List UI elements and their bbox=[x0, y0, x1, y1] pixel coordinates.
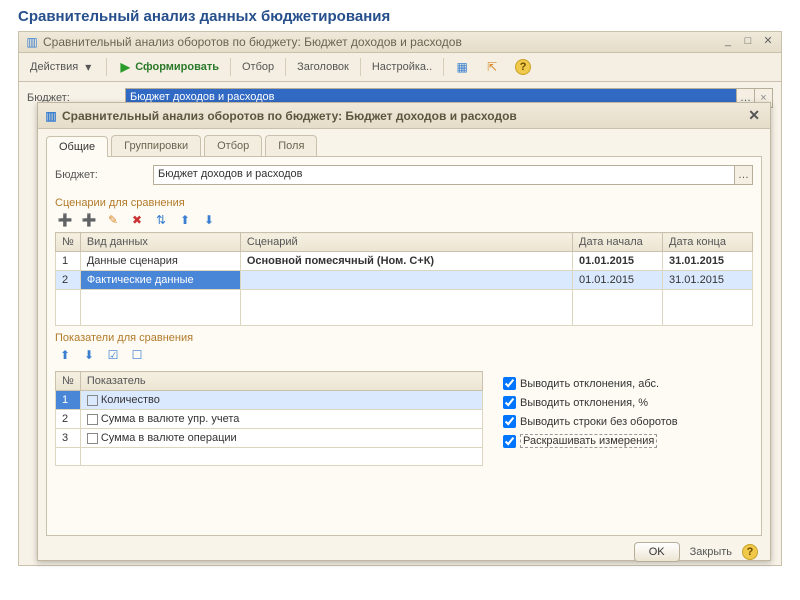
scenarios-toolbar: ➕ ➕ ✎ ✖ ⇅ ⬆ ⬇ bbox=[55, 211, 753, 232]
arrow-down-icon: ⬇ bbox=[202, 213, 216, 227]
arrow-up-icon: ⬆ bbox=[58, 348, 72, 362]
sort-icon: ⇅ bbox=[154, 213, 168, 227]
col-ind-n[interactable]: № bbox=[56, 372, 81, 391]
col-kind[interactable]: Вид данных bbox=[80, 233, 240, 252]
move-up-button[interactable]: ⬆ bbox=[175, 211, 195, 229]
plus-icon: ➕ bbox=[58, 213, 72, 227]
close-link[interactable]: Закрыть bbox=[690, 546, 732, 558]
dialog-title: Сравнительный анализ оборотов по бюджету… bbox=[62, 109, 744, 123]
chk-colorize-label: Раскрашивать измерения bbox=[520, 434, 657, 448]
maximize-button[interactable]: □ bbox=[741, 35, 755, 49]
ind-check-all[interactable]: ☑ bbox=[103, 346, 123, 364]
window-title: Сравнительный анализ оборотов по бюджету… bbox=[43, 35, 721, 49]
tab-filter[interactable]: Отбор bbox=[204, 135, 262, 156]
indicators-section-label: Показатели для сравнения bbox=[55, 332, 753, 344]
insert-row-button[interactable]: ➕ bbox=[79, 211, 99, 229]
settings-dialog: ▥ Сравнительный анализ оборотов по бюдже… bbox=[37, 102, 771, 561]
col-end[interactable]: Дата конца bbox=[663, 233, 753, 252]
chk-pct[interactable] bbox=[503, 396, 516, 409]
dialog-lookup-button[interactable]: … bbox=[734, 166, 752, 184]
table-row[interactable]: 2 Фактические данные 01.01.2015 31.01.20… bbox=[56, 271, 753, 290]
delete-row-button[interactable]: ✖ bbox=[127, 211, 147, 229]
plus-row-icon: ➕ bbox=[82, 213, 96, 227]
chk-colorize[interactable] bbox=[503, 435, 516, 448]
scenarios-section-label: Сценарии для сравнения bbox=[55, 197, 753, 209]
arrow-up-icon: ⬆ bbox=[178, 213, 192, 227]
form-button[interactable]: ▶ Сформировать bbox=[111, 57, 226, 77]
indicators-table[interactable]: № Показатель 1 Количество 2 Сумма bbox=[55, 371, 483, 466]
export-icon: ⇱ bbox=[485, 60, 499, 74]
checkbox[interactable] bbox=[87, 395, 98, 406]
chk-noturn-label: Выводить строки без оборотов bbox=[520, 416, 678, 428]
table-row[interactable]: 2 Сумма в валюте упр. учета bbox=[56, 410, 483, 429]
tab-body-general: Бюджет: Бюджет доходов и расходов … Сцен… bbox=[46, 156, 762, 536]
check-all-icon: ☑ bbox=[106, 348, 120, 362]
edit-row-button[interactable]: ✎ bbox=[103, 211, 123, 229]
chk-abs[interactable] bbox=[503, 377, 516, 390]
grid-icon: ▦ bbox=[455, 60, 469, 74]
tab-fields[interactable]: Поля bbox=[265, 135, 317, 156]
actions-menu[interactable]: Действия ▾ bbox=[23, 57, 102, 77]
dialog-budget-label: Бюджет: bbox=[55, 169, 145, 181]
help-icon[interactable]: ? bbox=[742, 544, 758, 560]
checkbox[interactable] bbox=[87, 433, 98, 444]
chk-abs-label: Выводить отклонения, абс. bbox=[520, 378, 659, 390]
table-row[interactable] bbox=[56, 448, 483, 466]
help-icon: ? bbox=[515, 59, 531, 75]
col-n[interactable]: № bbox=[56, 233, 81, 252]
minimize-button[interactable]: _ bbox=[721, 35, 735, 49]
settings-button[interactable]: Настройка.. bbox=[365, 58, 439, 76]
toolbar-icon-1[interactable]: ▦ bbox=[448, 57, 476, 77]
header-button[interactable]: Заголовок bbox=[290, 58, 356, 76]
dialog-budget-input[interactable]: Бюджет доходов и расходов … bbox=[153, 165, 753, 185]
toolbar-icon-2[interactable]: ⇱ bbox=[478, 57, 506, 77]
chk-noturn[interactable] bbox=[503, 415, 516, 428]
tab-grouping[interactable]: Группировки bbox=[111, 135, 201, 156]
dialog-budget-value: Бюджет доходов и расходов bbox=[154, 166, 734, 184]
table-row[interactable]: 3 Сумма в валюте операции bbox=[56, 429, 483, 448]
filter-button[interactable]: Отбор bbox=[235, 58, 281, 76]
dialog-titlebar: ▥ Сравнительный анализ оборотов по бюдже… bbox=[38, 103, 770, 129]
ind-move-up[interactable]: ⬆ bbox=[55, 346, 75, 364]
main-toolbar: Действия ▾ ▶ Сформировать Отбор Заголово… bbox=[19, 53, 781, 82]
ind-move-down[interactable]: ⬇ bbox=[79, 346, 99, 364]
main-window: ▥ Сравнительный анализ оборотов по бюдже… bbox=[18, 31, 782, 566]
help-button[interactable]: ? bbox=[508, 56, 538, 78]
chk-pct-label: Выводить отклонения, % bbox=[520, 397, 648, 409]
sort-button[interactable]: ⇅ bbox=[151, 211, 171, 229]
tabs: Общие Группировки Отбор Поля bbox=[38, 129, 770, 156]
close-button[interactable]: ✕ bbox=[761, 35, 775, 49]
table-row[interactable]: 1 Количество bbox=[56, 391, 483, 410]
options-checks: Выводить отклонения, абс. Выводить откло… bbox=[503, 371, 753, 448]
col-scenario[interactable]: Сценарий bbox=[240, 233, 572, 252]
delete-icon: ✖ bbox=[130, 213, 144, 227]
arrow-down-icon: ⬇ bbox=[82, 348, 96, 362]
table-row[interactable]: 1 Данные сценария Основной помесячный (Н… bbox=[56, 252, 753, 271]
scenarios-table[interactable]: № Вид данных Сценарий Дата начала Дата к… bbox=[55, 232, 753, 326]
table-row[interactable] bbox=[56, 290, 753, 326]
add-row-button[interactable]: ➕ bbox=[55, 211, 75, 229]
move-down-button[interactable]: ⬇ bbox=[199, 211, 219, 229]
chevron-down-icon: ▾ bbox=[81, 60, 95, 74]
ok-button[interactable]: OK bbox=[634, 542, 680, 562]
chart-icon: ▥ bbox=[25, 35, 39, 49]
uncheck-all-icon: ☐ bbox=[130, 348, 144, 362]
dialog-close-button[interactable]: ✕ bbox=[744, 107, 764, 124]
col-start[interactable]: Дата начала bbox=[573, 233, 663, 252]
dialog-footer: OK Закрыть ? bbox=[38, 536, 770, 568]
window-titlebar: ▥ Сравнительный анализ оборотов по бюдже… bbox=[19, 32, 781, 53]
checkbox[interactable] bbox=[87, 414, 98, 425]
chart-icon: ▥ bbox=[44, 109, 58, 123]
page-title: Сравнительный анализ данных бюджетирован… bbox=[0, 0, 800, 31]
play-icon: ▶ bbox=[118, 60, 132, 74]
col-ind-label[interactable]: Показатель bbox=[80, 372, 482, 391]
ind-uncheck-all[interactable]: ☐ bbox=[127, 346, 147, 364]
pencil-icon: ✎ bbox=[106, 213, 120, 227]
indicators-toolbar: ⬆ ⬇ ☑ ☐ bbox=[55, 346, 753, 367]
tab-general[interactable]: Общие bbox=[46, 136, 108, 157]
